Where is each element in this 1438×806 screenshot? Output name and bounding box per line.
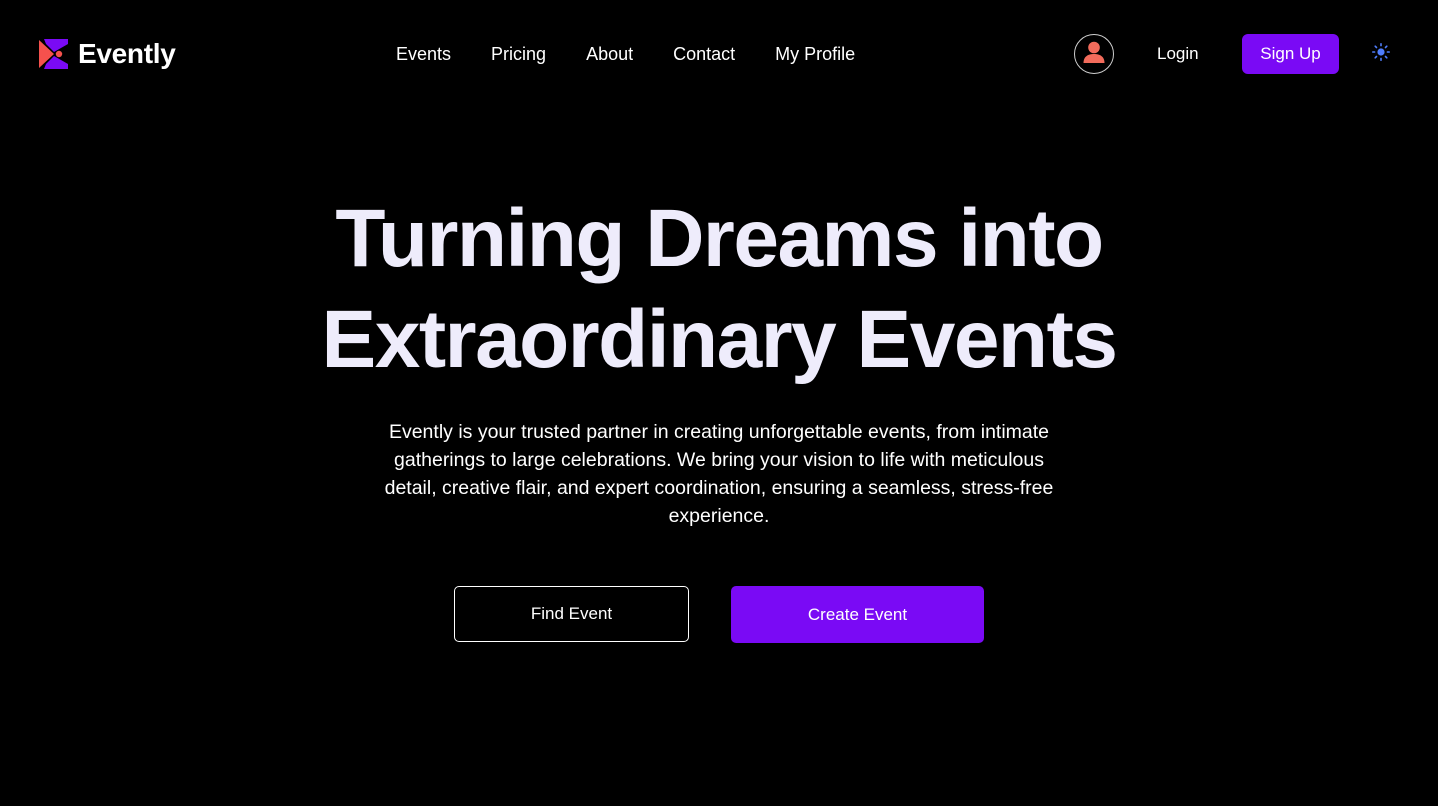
user-avatar-button[interactable] xyxy=(1074,34,1114,74)
nav-contact[interactable]: Contact xyxy=(673,42,735,66)
nav-events[interactable]: Events xyxy=(396,42,451,66)
hero-title-line-2: Extraordinary Events xyxy=(321,294,1118,385)
theme-toggle-button[interactable] xyxy=(1371,42,1391,66)
hero-title-line-1: Turning Dreams into xyxy=(335,193,1104,284)
site-header: Evently Events Pricing About Contact My … xyxy=(0,0,1438,108)
hero-description: Evently is your trusted partner in creat… xyxy=(384,421,1054,527)
sign-up-button[interactable]: Sign Up xyxy=(1242,34,1339,74)
create-event-button[interactable]: Create Event xyxy=(731,586,984,643)
brand-logo[interactable]: Evently xyxy=(38,37,176,71)
main-nav: Events Pricing About Contact My Profile xyxy=(396,42,855,66)
hero-title: Turning Dreams into Extraordinary Events xyxy=(0,188,1438,390)
nav-pricing[interactable]: Pricing xyxy=(491,42,546,66)
sun-icon xyxy=(1372,42,1391,66)
user-avatar-icon xyxy=(1081,39,1107,70)
page: Evently Events Pricing About Contact My … xyxy=(0,0,1438,806)
nav-my-profile[interactable]: My Profile xyxy=(775,42,855,66)
find-event-button[interactable]: Find Event xyxy=(454,586,689,642)
brand-name: Evently xyxy=(78,38,176,69)
nav-about[interactable]: About xyxy=(586,42,633,66)
login-link[interactable]: Login xyxy=(1157,42,1199,66)
evently-logo-icon xyxy=(38,37,70,71)
